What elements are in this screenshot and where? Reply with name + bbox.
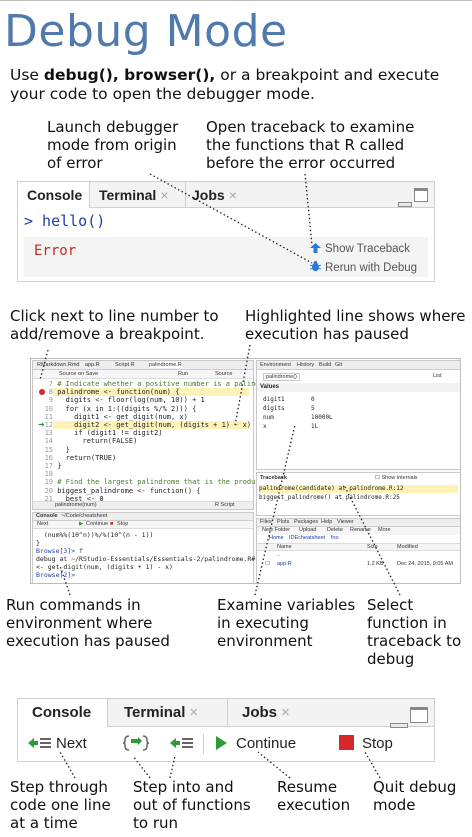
leader-line — [304, 173, 313, 246]
leader-line — [344, 486, 401, 596]
leader-line — [254, 424, 296, 596]
leader-line — [59, 565, 71, 596]
leader-lines — [39, 173, 401, 779]
leader-line — [132, 755, 151, 779]
leader-line — [149, 173, 313, 264]
leader-line — [364, 751, 381, 779]
leader-line — [234, 344, 251, 426]
leader-line — [59, 751, 76, 779]
leader-line — [39, 349, 49, 381]
leader-line — [169, 755, 176, 779]
leader-line — [257, 751, 291, 779]
